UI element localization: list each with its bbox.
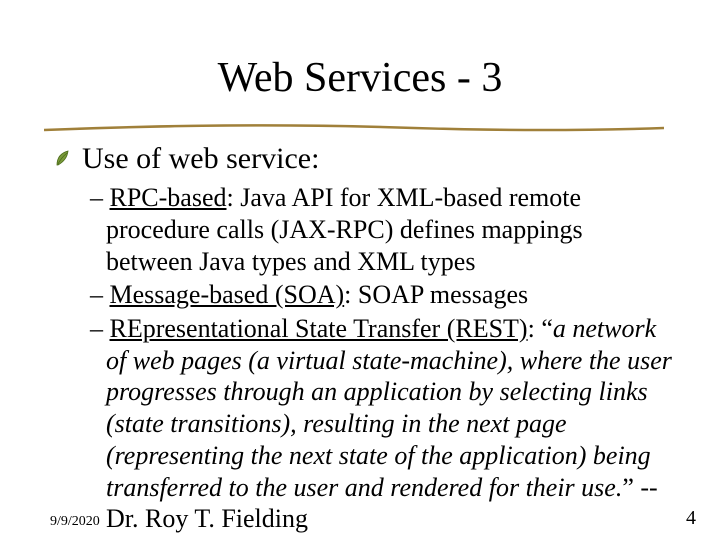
body: Use of web service: – RPC-based: Java AP… — [54, 142, 674, 535]
title-divider — [44, 124, 664, 132]
level1-text: Use of web service: — [82, 142, 319, 175]
text: REpresentational State Transfer (REST) — [110, 314, 528, 343]
leaf-bullet-icon — [54, 142, 74, 176]
dash-icon: – — [90, 314, 110, 343]
level1-item: Use of web service: — [54, 142, 674, 178]
dash-icon: – — [90, 183, 110, 212]
text: RPC-based — [110, 183, 227, 212]
bullet-soa: – Message-based (SOA): SOAP messages — [54, 279, 674, 311]
footer-date: 9/9/2020 — [50, 514, 100, 530]
bullet-rest: – REpresentational State Transfer (REST)… — [54, 313, 674, 535]
text: : SOAP messages — [344, 280, 528, 309]
bullet-rpc: – RPC-based: Java API for XML-based remo… — [54, 182, 674, 277]
text: Message-based (SOA) — [110, 280, 345, 309]
text: : “ — [528, 314, 553, 343]
page-number: 4 — [686, 507, 696, 530]
slide-title: Web Services - 3 — [0, 54, 720, 102]
dash-icon: – — [90, 280, 110, 309]
slide: Web Services - 3 Use of web service: – R… — [0, 0, 720, 540]
